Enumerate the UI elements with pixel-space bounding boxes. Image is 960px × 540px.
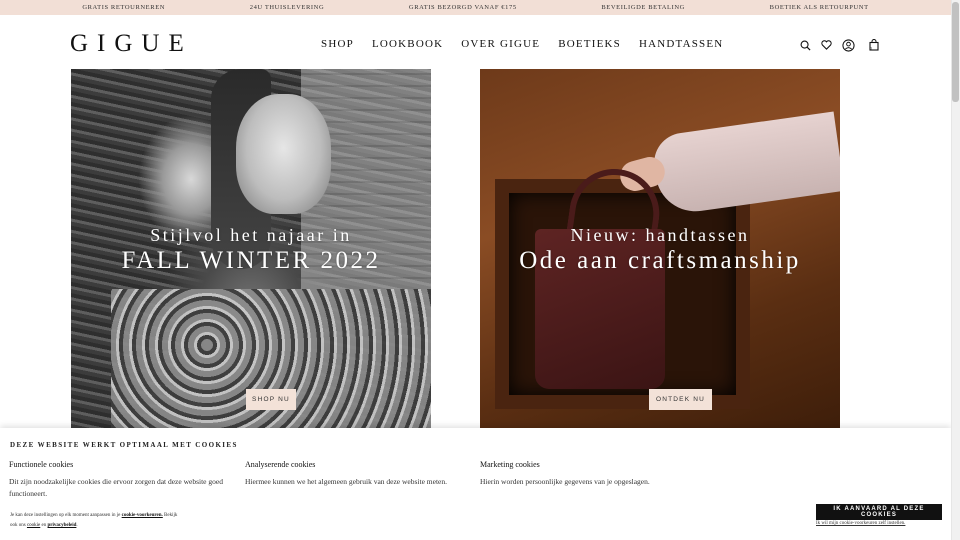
- cookie-marketing-heading: Marketing cookies: [480, 460, 540, 469]
- hero-panel-fall-winter[interactable]: Stijlvol het najaar in FALL WINTER 2022 …: [71, 69, 431, 428]
- account-icon[interactable]: [841, 38, 855, 52]
- promo-item-delivery: 24u thuislevering: [249, 4, 325, 11]
- search-icon[interactable]: [799, 38, 811, 52]
- brand-logo[interactable]: GIGUE: [70, 30, 193, 58]
- cookie-marketing-text: Hierin worden persoonlijke gegevens van …: [480, 477, 650, 486]
- hero-right-title: Ode aan craftsmanship: [519, 247, 801, 274]
- promo-bar: Gratis retourneren 24u thuislevering Gra…: [0, 0, 951, 15]
- cookie-functional-heading: Functionele cookies: [9, 460, 74, 469]
- cookie-marketing: Marketing cookies Hierin worden persoonl…: [480, 460, 720, 488]
- hero-left-title: FALL WINTER 2022: [121, 247, 381, 274]
- cookie-settings-note: Je kan deze instellingen op elk moment a…: [10, 511, 180, 531]
- cookie-functional: Functionele cookies Dit zijn noodzakelij…: [9, 460, 234, 500]
- hero-panel-handbags[interactable]: Nieuw: handtassen Ode aan craftsmanship …: [480, 69, 840, 428]
- cookie-functional-text: Dit zijn noodzakelijke cookies die ervoo…: [9, 477, 223, 498]
- cookie-analytics-heading: Analyserende cookies: [245, 460, 316, 469]
- bag-count-badge: 0: [870, 46, 872, 51]
- custom-cookie-settings-link[interactable]: Ik wil mijn cookie-voorkeuren zelf inste…: [816, 521, 905, 526]
- cookie-note-end: .: [76, 523, 78, 528]
- hero-image-model: [236, 94, 331, 214]
- promo-item-boutique-return: Boetiek als retourpunt: [769, 4, 869, 11]
- heart-icon[interactable]: [820, 38, 832, 52]
- cookie-note-prefix: Je kan deze instellingen op elk moment a…: [10, 513, 122, 518]
- page-scrollbar[interactable]: [951, 0, 960, 540]
- cookie-banner: Deze website werkt optimaal met cookies …: [0, 428, 951, 540]
- cookie-banner-title: Deze website werkt optimaal met cookies: [10, 441, 238, 449]
- main-nav: SHOP LOOKBOOK OVER GIGUE BOETIEKS HANDTA…: [321, 38, 723, 50]
- promo-item-free-shipping: Gratis bezorgd vanaf €175: [408, 4, 517, 11]
- accept-all-cookies-button[interactable]: Ik aanvaard al deze cookies: [816, 504, 942, 520]
- promo-item-returns: Gratis retourneren: [82, 4, 166, 11]
- shop-now-button[interactable]: Shop nu: [246, 389, 296, 410]
- nav-boetieks[interactable]: BOETIEKS: [558, 38, 621, 50]
- cookie-analytics: Analyserende cookies Hiermee kunnen we h…: [245, 460, 470, 488]
- promo-item-secure-payment: Beveiligde betaling: [601, 4, 685, 11]
- nav-lookbook[interactable]: LOOKBOOK: [372, 38, 443, 50]
- hero-right-subtitle: Nieuw: handtassen: [570, 225, 750, 245]
- nav-over-gigue[interactable]: OVER GIGUE: [461, 38, 540, 50]
- nav-shop[interactable]: SHOP: [321, 38, 354, 50]
- cookie-preferences-link[interactable]: cookie-voorkeuren.: [122, 513, 163, 518]
- privacy-policy-link[interactable]: privacybeleid: [48, 523, 77, 528]
- header-icons: [799, 38, 880, 52]
- discover-now-button[interactable]: Ontdek nu: [649, 389, 712, 410]
- cookie-note-and: en: [40, 523, 48, 528]
- cookie-analytics-text: Hiermee kunnen we het algemeen gebruik v…: [245, 477, 447, 486]
- hero-left-subtitle: Stijlvol het najaar in: [150, 225, 352, 245]
- hero-image-sleeve: [650, 111, 840, 217]
- nav-handtassen[interactable]: HANDTASSEN: [639, 38, 723, 50]
- cookie-policy-link[interactable]: cookie: [27, 523, 40, 528]
- scrollbar-thumb[interactable]: [952, 2, 959, 102]
